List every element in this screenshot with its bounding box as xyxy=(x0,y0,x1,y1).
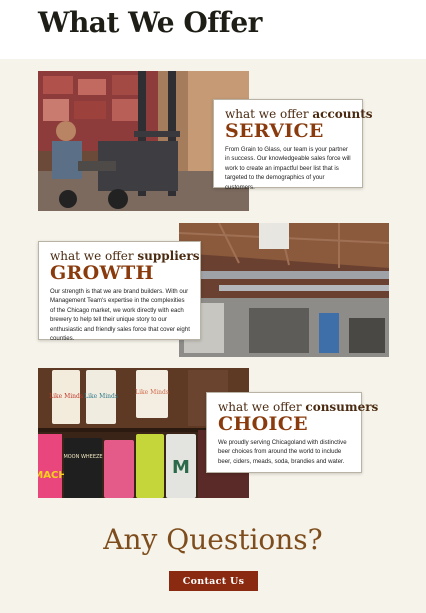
accounts-audience: accounts xyxy=(312,107,373,121)
can4-label: MACH xyxy=(38,470,67,481)
any-questions-heading: Any Questions? xyxy=(103,523,323,556)
warehouse-interior-photo xyxy=(179,223,389,357)
accounts-body: From Grain to Glass, our team is your pa… xyxy=(225,146,351,191)
can6-label: M xyxy=(172,457,190,478)
can5-label: MOON WHEEZE xyxy=(63,454,102,460)
can1-label: Like Minds xyxy=(49,393,83,400)
can2-label: Like Minds xyxy=(84,393,118,400)
suppliers-audience: suppliers xyxy=(137,249,200,263)
service-word: SERVICE xyxy=(225,120,324,142)
suppliers-prefix: what we offer xyxy=(50,249,138,263)
consumers-body: We proudly serving Chicagoland with dist… xyxy=(218,439,347,465)
page-header: What We Offer xyxy=(0,0,426,59)
accounts-prefix: what we offer xyxy=(225,107,313,121)
accounts-heading: what we offer accounts xyxy=(225,107,373,121)
contact-us-button[interactable]: Contact Us xyxy=(169,571,258,591)
suppliers-body: Our strength is that we are brand builde… xyxy=(50,288,190,343)
consumers-audience: consumers xyxy=(305,400,379,414)
page-title: What We Offer xyxy=(38,6,262,39)
choice-word: CHOICE xyxy=(218,413,308,435)
can3-label: Like Minds xyxy=(135,389,169,396)
consumers-card: what we offer consumers CHOICE We proudl… xyxy=(206,392,378,473)
consumers-prefix: what we offer xyxy=(218,400,306,414)
growth-word: GROWTH xyxy=(50,262,154,284)
suppliers-heading: what we offer suppliers xyxy=(50,249,199,263)
consumers-heading: what we offer consumers xyxy=(218,400,378,414)
accounts-card: what we offer accounts SERVICE From Grai… xyxy=(213,99,373,191)
suppliers-card: what we offer suppliers GROWTH Our stren… xyxy=(38,241,201,343)
